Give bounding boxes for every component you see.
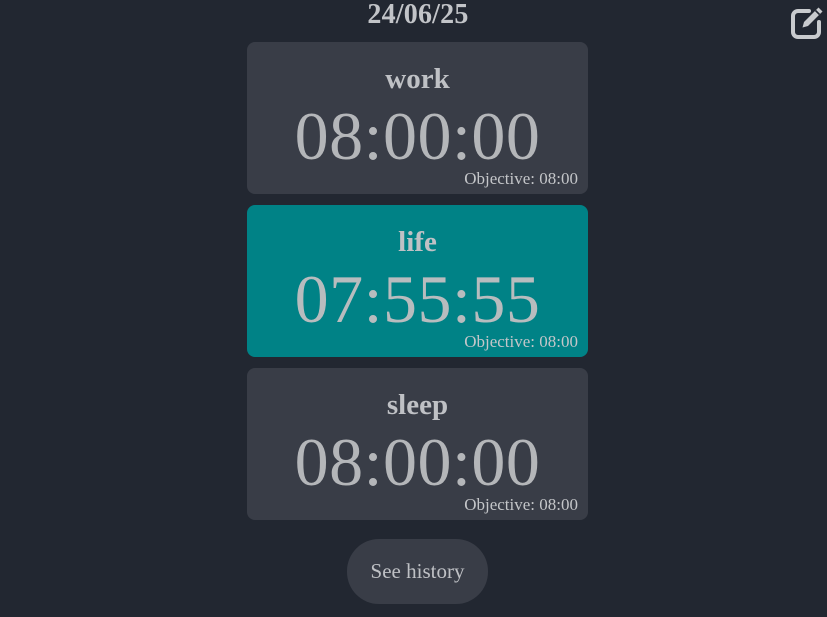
category-name: work (385, 63, 450, 95)
category-timer: 08:00:00 (294, 424, 541, 500)
category-timer: 08:00:00 (294, 98, 541, 174)
edit-icon (791, 7, 823, 39)
category-name: sleep (386, 389, 449, 421)
category-name: life (398, 226, 437, 258)
category-card-work[interactable]: work 08:00:00 Objective: 08:00 (247, 42, 588, 194)
category-objective: Objective: 08:00 (464, 495, 578, 514)
category-objective: Objective: 08:00 (464, 332, 578, 351)
category-objective: Objective: 08:00 (464, 169, 578, 188)
category-card-life[interactable]: life 07:55:55 Objective: 08:00 (247, 205, 588, 357)
date-title: 24/06/25 (367, 0, 469, 30)
edit-button[interactable] (789, 5, 825, 41)
category-card-sleep[interactable]: sleep 08:00:00 Objective: 08:00 (247, 368, 588, 520)
category-timer: 07:55:55 (294, 261, 541, 337)
category-list: work 08:00:00 Objective: 08:00 life 07:5… (247, 42, 588, 531)
see-history-button[interactable]: See history (347, 539, 488, 604)
tracker-page: 24/06/25 work 08:00:00 Objective: 08:00 … (0, 0, 827, 617)
